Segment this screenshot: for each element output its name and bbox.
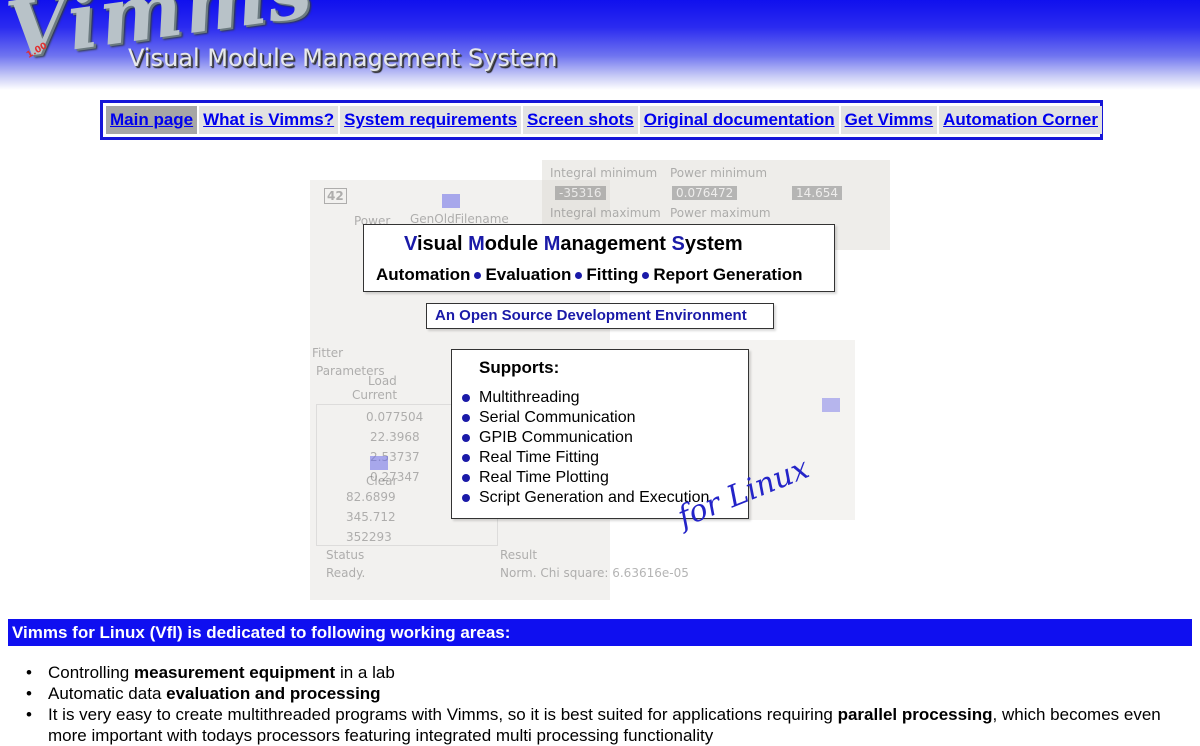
title-letter-m2: M xyxy=(543,233,561,255)
nav-original-documentation[interactable]: Original documentation xyxy=(639,106,839,134)
supports-item-label: GPIB Communication xyxy=(479,429,633,446)
bullet-dot xyxy=(642,272,650,280)
bg-col-current: Current xyxy=(352,388,398,402)
bg-label-integral-max: Integral maximum xyxy=(550,206,661,220)
bg-counter: 42 xyxy=(324,188,347,204)
supports-item-label: Multithreading xyxy=(479,389,580,406)
supports-item: GPIB Communication xyxy=(462,428,709,448)
supports-item: Real Time Fitting xyxy=(462,448,709,468)
title-word-odule: odule xyxy=(484,233,544,255)
hero-composite: Integral minimum -35316 Integral maximum… xyxy=(310,160,890,600)
site-subtitle: Visual Module Management System xyxy=(128,44,558,72)
working-areas-list: Controlling measurement equipment in a l… xyxy=(26,662,1188,746)
nav-what-is-vimms[interactable]: What is Vimms? xyxy=(199,106,339,134)
title-word-anagement: anagement xyxy=(560,233,672,255)
hero-areas: Automation Evaluation Fitting Report Genera… xyxy=(376,265,803,285)
nav-automation-corner[interactable]: Automation Corner xyxy=(939,106,1102,134)
bg-label-load: Load xyxy=(368,374,397,388)
section-heading: Vimms for Linux (Vfl) is dedicated to fo… xyxy=(8,619,1192,646)
bg-value-time: 14.654 xyxy=(792,186,842,200)
list-item: Automatic data evaluation and processing xyxy=(26,683,1188,704)
title-letter-v: V xyxy=(404,233,417,255)
supports-item-label: Serial Communication xyxy=(479,409,636,426)
area-report-generation: Report Generation xyxy=(653,265,803,284)
supports-item: Multithreading xyxy=(462,388,709,408)
nav-system-requirements[interactable]: System requirements xyxy=(340,106,522,134)
supports-item-label: Real Time Plotting xyxy=(479,469,609,486)
bg-row-1: 0.077504 xyxy=(366,410,424,424)
hero-title: Visual Module Management System xyxy=(404,233,743,256)
list-item: Controlling measurement equipment in a l… xyxy=(26,662,1188,683)
title-word-ystem: ystem xyxy=(684,233,743,255)
bullet-dot xyxy=(462,413,470,422)
bg-node-2 xyxy=(370,456,388,470)
nav-main-page[interactable]: Main page xyxy=(106,106,198,134)
bg-row-2: 22.3968 xyxy=(370,430,420,444)
title-letter-s: S xyxy=(671,233,685,255)
nav-get-vimms[interactable]: Get Vimms xyxy=(840,106,938,134)
bg-label-status: Status xyxy=(326,548,365,562)
bullet-dot xyxy=(474,272,482,280)
supports-item: Script Generation and Execution xyxy=(462,488,709,508)
title-letter-m1: M xyxy=(468,233,485,255)
bg-label-power-min: Power minimum xyxy=(670,166,768,180)
open-source-box: An Open Source Development Environment xyxy=(426,303,774,329)
bg-row-6: 345.712 xyxy=(346,510,396,524)
area-evaluation: Evaluation xyxy=(485,265,572,284)
bg-label-chi: Norm. Chi square: 6.63616e-05 xyxy=(500,566,689,580)
area-automation: Automation xyxy=(376,265,471,284)
bg-label-clear: Clear xyxy=(366,474,398,488)
header-banner: Vimms 1.00 Visual Module Management Syst… xyxy=(0,0,1200,90)
bg-label-integral-min: Integral minimum xyxy=(550,166,658,180)
area-fitting: Fitting xyxy=(586,265,639,284)
bullet-dot xyxy=(462,393,470,402)
main-nav: Main page What is Vimms? System requirem… xyxy=(100,100,1103,140)
bullet-dot xyxy=(575,272,583,280)
bullet-dot xyxy=(462,433,470,442)
bg-node-3 xyxy=(822,398,840,412)
bg-label-fitter: Fitter xyxy=(312,346,344,360)
bg-row-7: 352293 xyxy=(346,530,392,544)
title-box: Visual Module Management System Automati… xyxy=(363,224,835,292)
bg-label-ready: Ready. xyxy=(326,566,366,580)
supports-list: Multithreading Serial Communication GPIB… xyxy=(462,388,709,508)
title-word-isual: isual xyxy=(416,233,469,255)
supports-item-label: Real Time Fitting xyxy=(479,449,600,466)
supports-title: Supports: xyxy=(479,358,560,377)
bg-value-integral-min: -35316 xyxy=(555,186,606,200)
bg-node-1 xyxy=(442,194,460,208)
bullet-dot xyxy=(462,493,470,502)
open-source-text: An Open Source Development Environment xyxy=(435,307,747,324)
bullet-dot xyxy=(462,453,470,462)
nav-screen-shots[interactable]: Screen shots xyxy=(523,106,638,134)
bg-label-result: Result xyxy=(500,548,538,562)
supports-item: Serial Communication xyxy=(462,408,709,428)
supports-item: Real Time Plotting xyxy=(462,468,709,488)
bullet-dot xyxy=(462,473,470,482)
bg-value-power-min: 0.076472 xyxy=(672,186,738,200)
bg-label-power-max: Power maximum xyxy=(670,206,771,220)
bg-row-5: 82.6899 xyxy=(346,490,396,504)
